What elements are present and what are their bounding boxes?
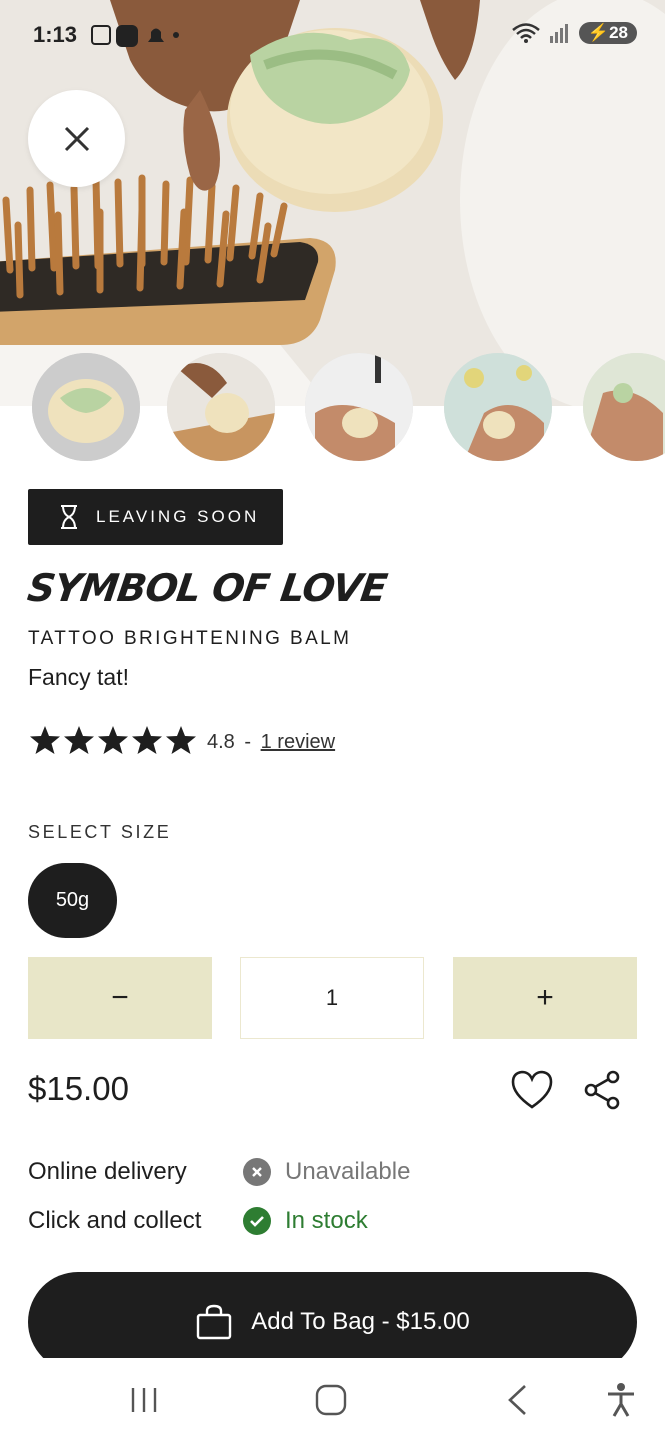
badge-label: LEAVING SOON	[96, 507, 260, 526]
click-and-collect-status: In stock	[285, 1207, 368, 1234]
recents-button[interactable]	[130, 1386, 160, 1419]
home-icon	[315, 1384, 347, 1416]
add-to-bag-label: Add To Bag - $15.00	[251, 1308, 470, 1335]
share-icon	[584, 1070, 620, 1110]
quantity-increase-button[interactable]: +	[453, 957, 637, 1039]
notification-indicators-icon	[91, 25, 179, 47]
rating-separator: -	[244, 731, 252, 753]
rating-stars	[30, 725, 200, 757]
system-navigation-bar	[0, 1358, 665, 1440]
quantity-decrease-button[interactable]: −	[28, 957, 212, 1039]
gallery-thumbnail[interactable]	[32, 353, 140, 461]
online-delivery-status: Unavailable	[285, 1158, 411, 1185]
charging-icon: ⚡	[587, 23, 610, 42]
heart-icon	[511, 1070, 553, 1109]
back-button[interactable]	[505, 1384, 529, 1421]
star-icon	[98, 726, 128, 754]
online-delivery-label: Online delivery	[28, 1158, 187, 1185]
recents-icon	[131, 1388, 157, 1412]
leaving-soon-badge: LEAVING SOON	[28, 489, 283, 545]
gallery-thumbnail[interactable]	[167, 353, 275, 461]
wishlist-button[interactable]	[511, 1070, 553, 1115]
add-to-bag-button[interactable]: Add To Bag - $15.00	[28, 1272, 637, 1372]
product-tagline: Fancy tat!	[28, 664, 129, 690]
signal-icon	[549, 24, 568, 43]
size-option-50g[interactable]: 50g	[28, 863, 117, 938]
quantity-value: 1	[325, 985, 339, 1010]
star-icon	[166, 726, 196, 754]
home-button[interactable]	[315, 1384, 347, 1421]
close-icon	[64, 126, 89, 151]
status-bar: 1:13 ⚡28	[0, 0, 665, 70]
product-hero-image: 1:13 ⚡28	[0, 0, 665, 406]
x-circle-icon	[243, 1158, 271, 1186]
notification-icons	[90, 22, 180, 53]
star-icon	[132, 726, 162, 754]
status-right: ⚡28	[511, 22, 637, 44]
wifi-icon	[512, 23, 540, 43]
product-subtitle: TATTOO BRIGHTENING BALM	[28, 628, 352, 649]
plus-icon: +	[536, 981, 554, 1014]
battery-indicator: ⚡28	[578, 22, 637, 44]
click-and-collect-label: Click and collect	[28, 1207, 202, 1234]
gallery-thumbnail[interactable]	[444, 353, 552, 461]
hourglass-icon	[61, 505, 77, 529]
share-button[interactable]	[583, 1070, 621, 1115]
status-time: 1:13	[33, 22, 78, 47]
rating-summary: 4.8 - 1 review	[207, 731, 335, 754]
accessibility-button[interactable]	[605, 1382, 637, 1423]
product-price: $15.00	[28, 1070, 129, 1107]
gallery-thumbnail[interactable]	[305, 353, 413, 461]
product-title: SYMBOL OF LOVE	[24, 566, 390, 610]
quantity-input[interactable]: 1	[240, 957, 424, 1039]
star-icon	[30, 726, 60, 754]
accessibility-icon	[608, 1383, 634, 1417]
check-circle-icon	[243, 1207, 271, 1235]
star-icon	[64, 726, 94, 754]
review-link[interactable]: 1 review	[261, 731, 335, 753]
shopping-bag-icon	[197, 1304, 232, 1340]
rating-value: 4.8	[207, 731, 235, 753]
select-size-label: SELECT SIZE	[28, 822, 172, 842]
close-button[interactable]	[28, 90, 125, 187]
minus-icon: −	[111, 981, 129, 1014]
back-icon	[508, 1385, 526, 1415]
